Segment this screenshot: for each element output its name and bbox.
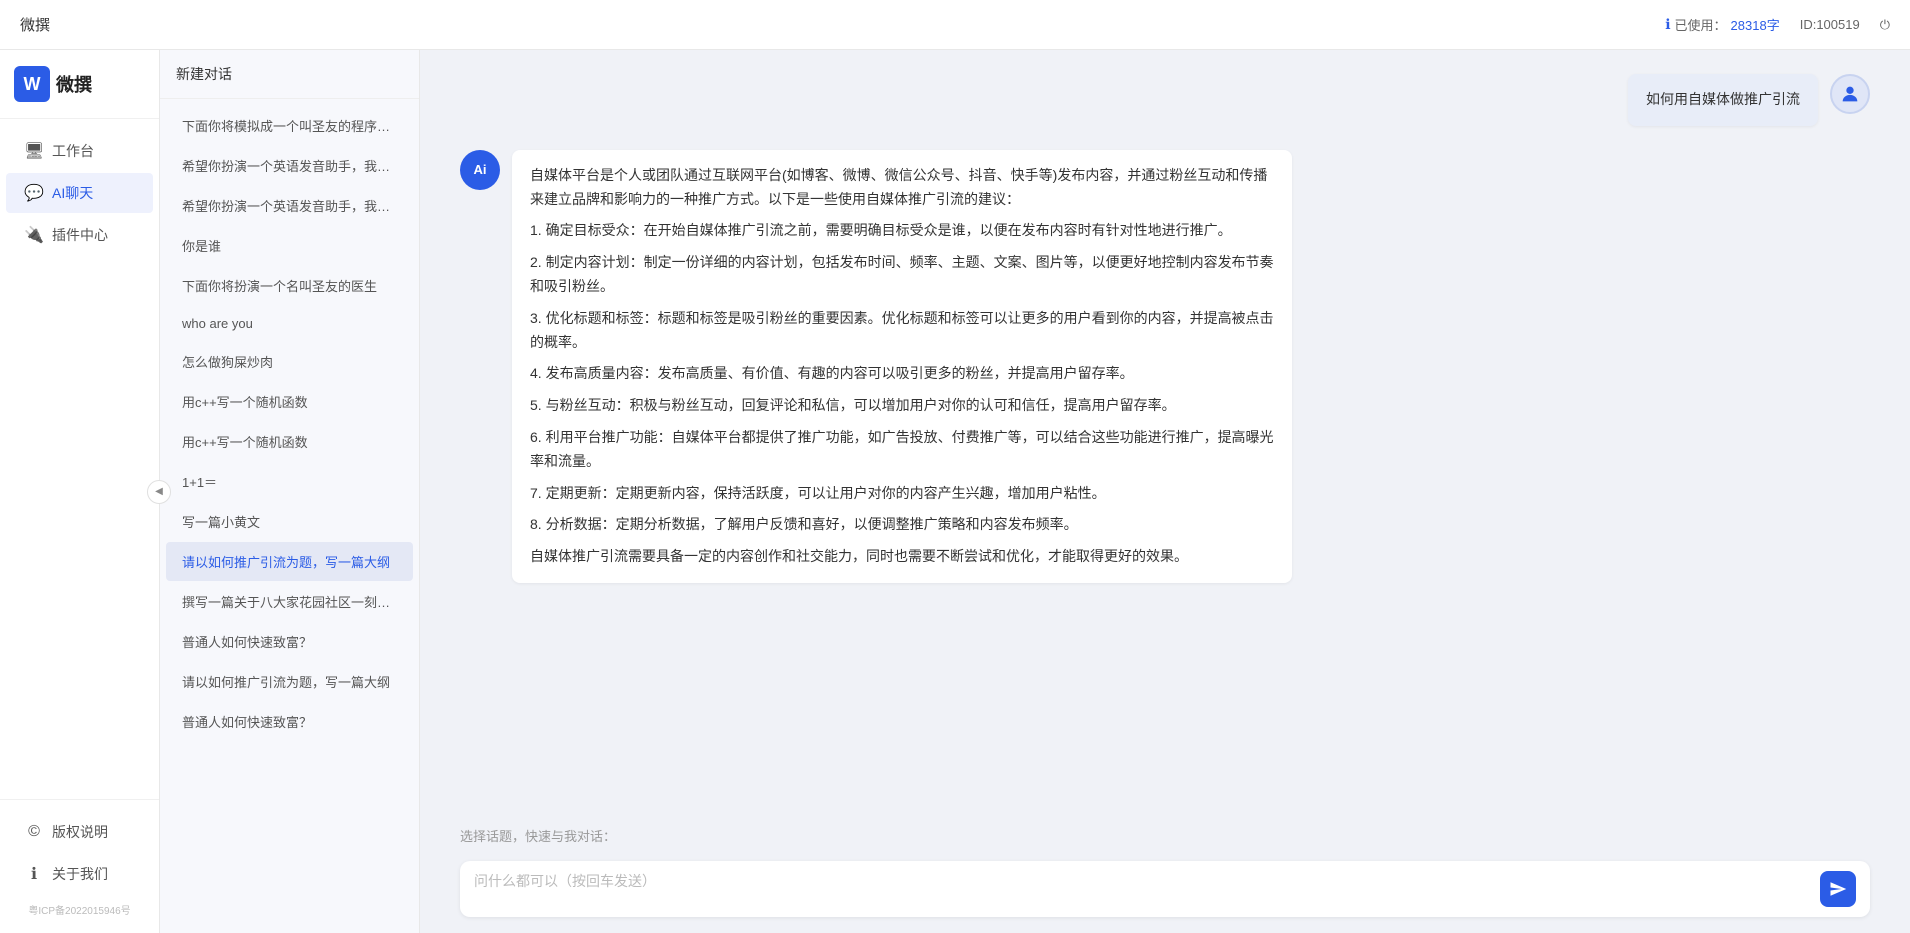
copyright-icon: © (24, 823, 44, 841)
sidebar-item-ai-chat[interactable]: 💬 AI聊天 (6, 173, 153, 213)
history-list: 下面你将模拟成一个叫圣友的程序员，我说... 希望你扮演一个英语发音助手，我提供… (160, 99, 419, 933)
ai-message-bubble: 自媒体平台是个人或团队通过互联网平台(如博客、微博、微信公众号、抖音、快手等)发… (512, 150, 1292, 583)
sidebar-collapse-button[interactable]: ◀ (147, 480, 171, 504)
ai-avatar: Ai (460, 150, 500, 190)
sidebar-bottom: © 版权说明 ℹ 关于我们 粤ICP备2022015946号 (0, 799, 159, 933)
ai-para-0: 自媒体平台是个人或团队通过互联网平台(如博客、微博、微信公众号、抖音、快手等)发… (530, 164, 1274, 212)
topbar: 微撰 ℹ 已使用： 28318字 ID:100519 ⏻ (0, 0, 1910, 50)
ai-chat-label: AI聊天 (52, 183, 93, 203)
send-button[interactable] (1820, 871, 1856, 907)
history-item[interactable]: who are you (166, 306, 413, 341)
chat-messages: 如何用自媒体做推广引流 Ai 自媒体平台是个人或团队通过互联网平台(如博客、微博… (420, 50, 1910, 816)
ai-message-row: Ai 自媒体平台是个人或团队通过互联网平台(如博客、微博、微信公众号、抖音、快手… (460, 150, 1870, 583)
about-label: 关于我们 (52, 864, 108, 884)
usage-label: 已使用： (1675, 15, 1727, 34)
sidebar-logo: W 微撰 (0, 50, 159, 119)
sidebar-nav: 🖥 工作台 💬 AI聊天 🔌 插件中心 (0, 119, 159, 799)
ai-chat-icon: 💬 (24, 183, 44, 203)
history-item[interactable]: 写一篇小黄文 (166, 502, 413, 541)
topbar-id: ID:100519 (1800, 17, 1860, 32)
history-panel: 新建对话 下面你将模拟成一个叫圣友的程序员，我说... 希望你扮演一个英语发音助… (160, 50, 420, 933)
topbar-usage: ℹ 已使用： 28318字 (1665, 15, 1780, 34)
history-item[interactable]: 撰写一篇关于八大家花园社区一刻钟便民生... (166, 582, 413, 621)
logo-text: 微撰 (56, 71, 92, 97)
sidebar-item-copyright[interactable]: © 版权说明 (6, 812, 153, 852)
history-item[interactable]: 用c++写一个随机函数 (166, 382, 413, 421)
logo-letter: W (24, 74, 41, 95)
quick-topics-label: 选择话题，快速与我对话： (460, 829, 616, 844)
ai-para-7: 7. 定期更新：定期更新内容，保持活跃度，可以让用户对你的内容产生兴趣，增加用户… (530, 482, 1274, 506)
sidebar-item-about[interactable]: ℹ 关于我们 (6, 854, 153, 894)
history-item[interactable]: 希望你扮演一个英语发音助手，我提供给你... (166, 186, 413, 225)
logout-icon[interactable]: ⏻ (1880, 17, 1890, 33)
history-item[interactable]: 请以如何推广引流为题，写一篇大纲 (166, 662, 413, 701)
input-area (420, 851, 1910, 933)
logo-icon: W (14, 66, 50, 102)
about-icon: ℹ (24, 864, 44, 884)
user-icon (1839, 83, 1861, 105)
ai-para-5: 5. 与粉丝互动：积极与粉丝互动，回复评论和私信，可以增加用户对你的认可和信任，… (530, 394, 1274, 418)
plugin-label: 插件中心 (52, 225, 108, 245)
ai-para-3: 3. 优化标题和标签：标题和标签是吸引粉丝的重要因素。优化标题和标签可以让更多的… (530, 307, 1274, 355)
chat-input[interactable] (474, 871, 1810, 907)
copyright-label: 版权说明 (52, 822, 108, 842)
plugin-icon: 🔌 (24, 225, 44, 245)
quick-topics: 选择话题，快速与我对话： (420, 816, 1910, 851)
ai-para-8: 8. 分析数据：定期分析数据，了解用户反馈和喜好，以便调整推广策略和内容发布频率… (530, 513, 1274, 537)
new-chat-button[interactable]: 新建对话 (160, 50, 419, 99)
user-avatar (1830, 74, 1870, 114)
history-item[interactable]: 用c++写一个随机函数 (166, 422, 413, 461)
sidebar-item-workbench[interactable]: 🖥 工作台 (6, 131, 153, 171)
workbench-icon: 🖥 (24, 141, 44, 161)
history-item[interactable]: 1+1＝ (166, 462, 413, 501)
topbar-title: 微撰 (20, 14, 1665, 35)
history-item[interactable]: 普通人如何快速致富？ (166, 702, 413, 741)
ai-avatar-text: Ai (474, 162, 487, 177)
chat-area: 如何用自媒体做推广引流 Ai 自媒体平台是个人或团队通过互联网平台(如博客、微博… (420, 50, 1910, 933)
user-message-bubble: 如何用自媒体做推广引流 (1628, 74, 1818, 126)
history-item[interactable]: 希望你扮演一个英语发音助手，我提供给你... (166, 146, 413, 185)
main-layout: W 微撰 🖥 工作台 💬 AI聊天 🔌 插件中心 © 版权说明 (0, 50, 1910, 933)
ai-para-9: 自媒体推广引流需要具备一定的内容创作和社交能力，同时也需要不断尝试和优化，才能取… (530, 545, 1274, 569)
user-message-row: 如何用自媒体做推广引流 (460, 74, 1870, 126)
info-icon: ℹ (1665, 16, 1670, 33)
history-item-active[interactable]: 请以如何推广引流为题，写一篇大纲 (166, 542, 413, 581)
ai-para-6: 6. 利用平台推广功能：自媒体平台都提供了推广功能，如广告投放、付费推广等，可以… (530, 426, 1274, 474)
sidebar: W 微撰 🖥 工作台 💬 AI聊天 🔌 插件中心 © 版权说明 (0, 50, 160, 933)
ai-para-2: 2. 制定内容计划：制定一份详细的内容计划，包括发布时间、频率、主题、文案、图片… (530, 251, 1274, 299)
ai-para-1: 1. 确定目标受众：在开始自媒体推广引流之前，需要明确目标受众是谁，以便在发布内… (530, 219, 1274, 243)
sidebar-item-plugin[interactable]: 🔌 插件中心 (6, 215, 153, 255)
send-icon (1829, 880, 1847, 898)
copyright-text: 粤ICP备2022015946号 (0, 896, 159, 923)
topbar-right: ℹ 已使用： 28318字 ID:100519 ⏻ (1665, 15, 1890, 34)
history-item[interactable]: 普通人如何快速致富？ (166, 622, 413, 661)
usage-value: 28318字 (1731, 15, 1780, 34)
history-item[interactable]: 下面你将模拟成一个叫圣友的程序员，我说... (166, 106, 413, 145)
workbench-label: 工作台 (52, 141, 94, 161)
input-wrapper (460, 861, 1870, 917)
collapse-icon: ◀ (155, 486, 163, 497)
history-item[interactable]: 下面你将扮演一个名叫圣友的医生 (166, 266, 413, 305)
user-message-text: 如何用自媒体做推广引流 (1646, 91, 1800, 107)
history-item[interactable]: 你是谁 (166, 226, 413, 265)
history-item[interactable]: 怎么做狗屎炒肉 (166, 342, 413, 381)
ai-para-4: 4. 发布高质量内容：发布高质量、有价值、有趣的内容可以吸引更多的粉丝，并提高用… (530, 362, 1274, 386)
